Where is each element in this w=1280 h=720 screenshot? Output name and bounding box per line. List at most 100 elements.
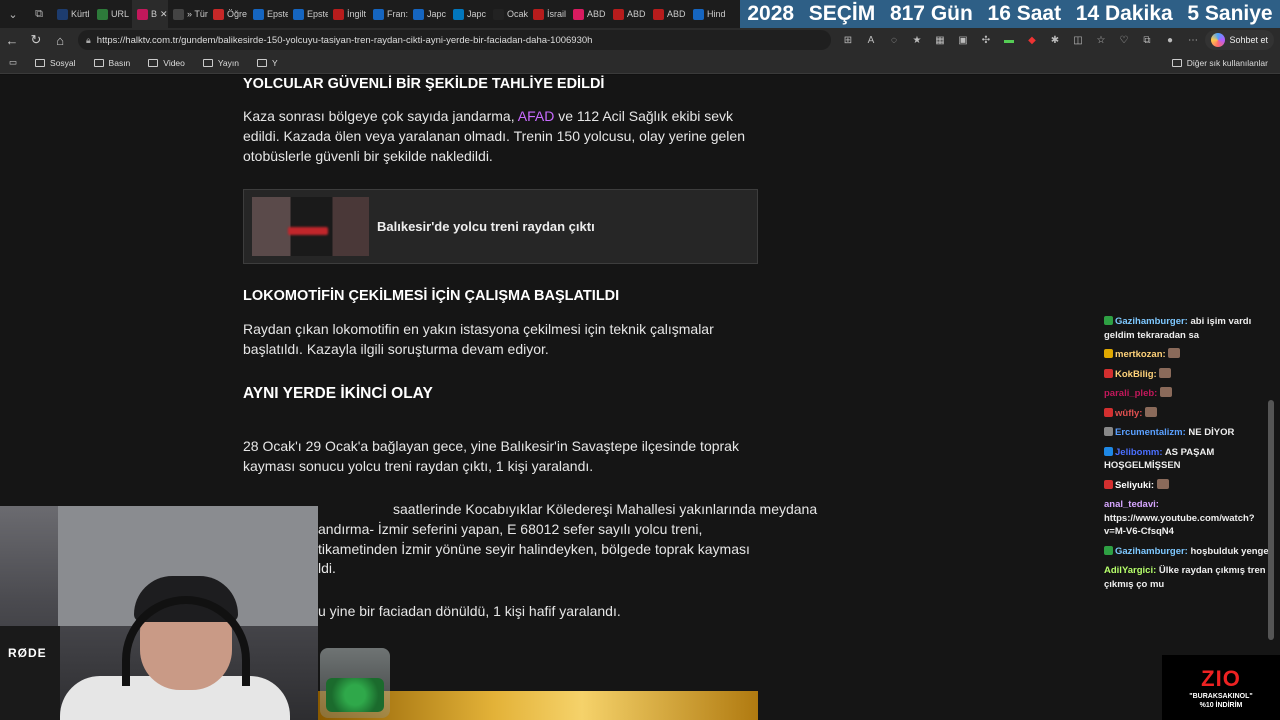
other-favorites-folder[interactable]: Diğer sık kullanılanlar <box>1163 58 1280 68</box>
tab-label: Ocak <box>507 9 528 19</box>
paragraph-details-line2: andırma- İzmir seferini yapan, E 68012 s… <box>318 521 703 537</box>
tab-favicon-icon <box>293 8 304 20</box>
chat-message: KokBilig: <box>1104 367 1270 382</box>
chat-username[interactable]: anal_tedavi: <box>1104 499 1159 510</box>
bookmark-folder[interactable]: Video <box>139 58 194 68</box>
tab-favicon-icon <box>213 8 224 20</box>
chat-username[interactable]: mertkozan: <box>1115 349 1166 360</box>
heading-locomotive: LOKOMOTİFİN ÇEKİLMESİ İÇİN ÇALIŞMA BAŞLA… <box>243 288 620 304</box>
more-menu-icon[interactable]: ⋯ <box>1182 30 1203 50</box>
bookmark-folder[interactable]: Yayın <box>194 58 248 68</box>
page-scrollbar[interactable] <box>1268 400 1274 640</box>
chat-username[interactable]: Ercumentalizm: <box>1115 427 1186 438</box>
browser-tab[interactable]: Fran: <box>368 0 408 28</box>
favorites-icon[interactable]: ☆ <box>1090 30 1111 50</box>
browser-tab[interactable]: URL <box>92 0 132 28</box>
tab-label: Epste <box>267 9 288 19</box>
browser-tab[interactable]: B ✕ <box>132 0 168 28</box>
translate-icon[interactable]: A <box>860 30 881 50</box>
chat-username[interactable]: Gazihamburger: <box>1115 546 1188 557</box>
paragraph-details-line4: ldi. <box>318 560 336 576</box>
url-field[interactable]: 🔒︎ https://halktv.com.tr/gundem/balikesi… <box>78 30 832 50</box>
folder-icon <box>35 58 46 67</box>
app-install-icon[interactable]: ⊞ <box>837 30 858 50</box>
chat-username[interactable]: AdilYargici: <box>1104 565 1156 576</box>
paragraph-second-incident: 28 Ocak'ı 29 Ocak'a bağlayan gece, yine … <box>243 438 739 474</box>
back-icon[interactable]: ← <box>0 28 24 52</box>
folder-icon <box>1171 58 1182 67</box>
chat-emote-icon <box>1156 478 1169 489</box>
browser-tab[interactable]: Öğre <box>208 0 248 28</box>
browser-tab[interactable]: İngilt <box>328 0 368 28</box>
extension-5-icon[interactable]: ◆ <box>1021 30 1042 50</box>
tab-list-dropdown[interactable]: ⌄ <box>0 0 26 28</box>
browser-tab[interactable]: İsrail <box>528 0 568 28</box>
chat-username[interactable]: wûfly: <box>1115 408 1142 419</box>
browser-tab[interactable]: Japc <box>408 0 448 28</box>
browser-tab[interactable]: ABD <box>648 0 688 28</box>
tab-label: ABD <box>627 9 646 19</box>
tab-label: Kürtl <box>71 9 90 19</box>
extension-4-icon[interactable]: ▬ <box>998 30 1019 50</box>
lock-icon[interactable]: 🔒︎ <box>86 35 91 46</box>
home-icon[interactable]: ⌂ <box>48 28 72 52</box>
reload-icon[interactable]: ↻ <box>24 28 48 52</box>
chat-badge-icon <box>1104 545 1113 555</box>
browser-tab[interactable]: Epste <box>288 0 328 28</box>
tab-favicon-icon <box>173 8 184 20</box>
reader-icon[interactable]: ◌ <box>883 30 904 50</box>
extension-1-icon[interactable]: ▦ <box>929 30 950 50</box>
browser-tab[interactable]: Ocak <box>488 0 528 28</box>
tab-favicon-icon <box>413 8 424 20</box>
chat-username[interactable]: Jelibomm: <box>1115 447 1163 458</box>
workspaces-icon[interactable]: ⧉ <box>26 0 52 28</box>
chat-message: wûfly: <box>1104 406 1270 421</box>
tab-label: Japc <box>427 9 447 19</box>
countdown-minutes: 14 Dakika <box>1075 2 1173 25</box>
chat-username[interactable]: parali_pleb: <box>1104 388 1157 399</box>
bookmark-folder[interactable]: Sosyal <box>26 58 85 68</box>
reading-list-icon[interactable]: ▭ <box>0 57 26 68</box>
favorite-star-icon[interactable]: ★ <box>906 30 927 50</box>
chat-badge-icon <box>1104 407 1113 417</box>
chat-badge-icon <box>1104 479 1113 489</box>
browser-tab[interactable]: » Tür <box>168 0 208 28</box>
browser-tab[interactable]: Epste <box>248 0 288 28</box>
tab-label: Öğre <box>227 9 248 19</box>
chat-message: Seliyuki: <box>1104 478 1270 493</box>
chat-text: NE DİYOR <box>1188 427 1235 438</box>
browser-tab[interactable]: Japc <box>448 0 488 28</box>
related-article-title[interactable]: Balıkesir'de yolcu treni raydan çıktı <box>377 219 595 234</box>
extension-2-icon[interactable]: ▣ <box>952 30 973 50</box>
candy-jar <box>320 648 390 718</box>
election-countdown-banner: 2028 SEÇİM 817 Gün 16 Saat 14 Dakika 5 S… <box>740 0 1280 28</box>
chat-badge-icon <box>1104 316 1113 325</box>
browser-tab[interactable]: Kürtl <box>52 0 92 28</box>
chat-username[interactable]: Gazihamburger: <box>1115 316 1188 327</box>
browser-tab[interactable]: ABD <box>568 0 608 28</box>
stream-chat-overlay: Gazihamburger: abi işim vardı geldim tek… <box>1104 315 1270 597</box>
chat-username[interactable]: Seliyuki: <box>1115 480 1154 491</box>
browser-tab[interactable]: ABD <box>608 0 648 28</box>
split-screen-icon[interactable]: ◫ <box>1067 30 1088 50</box>
extensions-puzzle-icon[interactable]: ✱ <box>1044 30 1065 50</box>
afad-link[interactable]: AFAD <box>518 108 555 124</box>
profile-avatar-icon[interactable]: ● <box>1159 30 1180 50</box>
tab-label: İsrail <box>547 9 567 19</box>
chat-username[interactable]: KokBilig: <box>1115 369 1157 380</box>
browser-tab[interactable]: Hind <box>688 0 728 28</box>
close-tab-icon[interactable]: ✕ <box>160 9 168 20</box>
related-article-card[interactable]: Balıkesir'de yolcu treni raydan çıktı <box>243 189 758 264</box>
bookmark-folder[interactable]: Basın <box>85 58 140 68</box>
paragraph-details-line1: saatlerinde Kocabıyıklar Köledereşi Maha… <box>393 501 818 517</box>
countdown-year: 2028 <box>747 2 795 25</box>
chat-badge-icon <box>1104 368 1113 378</box>
tab-label: ABD <box>667 9 686 19</box>
bookmark-folder[interactable]: Y <box>248 58 287 68</box>
copilot-chat-button[interactable]: Sohbet et <box>1205 30 1274 50</box>
extension-3-icon[interactable]: ✣ <box>975 30 996 50</box>
chat-message: anal_tedavi: https://www.youtube.com/wat… <box>1104 498 1270 539</box>
collections-icon[interactable]: ⧉ <box>1136 30 1157 50</box>
browser-essentials-icon[interactable]: ♡ <box>1113 30 1134 50</box>
folder-icon <box>257 58 267 67</box>
